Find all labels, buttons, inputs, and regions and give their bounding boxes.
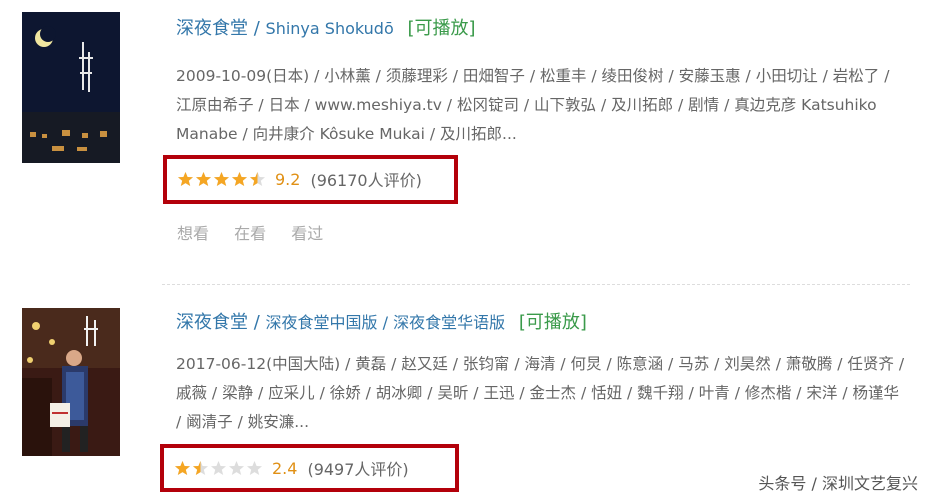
star-icon xyxy=(210,460,227,476)
star-icon xyxy=(174,460,191,476)
rating-highlight: 9.2 (96170人评价) xyxy=(163,155,458,204)
rating: 2.4 (9497人评价) xyxy=(174,456,409,480)
rating: 9.2 (96170人评价) xyxy=(177,167,422,191)
movie-item: 深夜食堂 / 深夜食堂中国版 / 深夜食堂华语版 [可播放] 2017-06-1… xyxy=(0,295,932,496)
alt-title: Shinya Shokudō xyxy=(265,19,394,38)
rating-score: 2.4 xyxy=(272,458,298,478)
rating-votes[interactable]: (96170人评价) xyxy=(310,167,421,191)
star-icon xyxy=(246,460,263,476)
playable-badge[interactable]: [可播放] xyxy=(407,18,475,39)
watching-button[interactable]: 在看 xyxy=(234,224,266,243)
star-icon xyxy=(228,460,245,476)
star-icon xyxy=(195,171,212,187)
rating-score: 9.2 xyxy=(275,169,301,189)
playable-badge[interactable]: [可播放] xyxy=(519,312,587,333)
movie-title: 深夜食堂 / Shinya Shokudō [可播放] xyxy=(176,17,476,41)
star-rating xyxy=(177,171,267,187)
movie-item: 深夜食堂 / Shinya Shokudō [可播放] 2009-10-09(日… xyxy=(0,0,932,285)
alt-title: 深夜食堂中国版 / 深夜食堂华语版 xyxy=(265,313,506,332)
poster-art xyxy=(22,12,120,163)
star-icon xyxy=(231,171,248,187)
star-icon xyxy=(213,171,230,187)
rating-highlight: 2.4 (9497人评价) xyxy=(160,444,459,492)
watched-button[interactable]: 看过 xyxy=(291,224,323,243)
mark-actions: 想看 在看 看过 xyxy=(177,220,343,244)
poster-image[interactable] xyxy=(22,12,120,163)
rating-votes[interactable]: (9497人评价) xyxy=(307,456,408,480)
movie-description: 2017-06-12(中国大陆) / 黄磊 / 赵又廷 / 张钧甯 / 海清 /… xyxy=(176,355,905,431)
title-link[interactable]: 深夜食堂 xyxy=(176,18,248,39)
poster-art xyxy=(22,308,120,456)
star-rating xyxy=(174,460,264,476)
divider xyxy=(162,284,910,285)
star-icon xyxy=(177,171,194,187)
star-icon xyxy=(192,460,209,476)
title-separator: / xyxy=(253,18,260,39)
movie-title: 深夜食堂 / 深夜食堂中国版 / 深夜食堂华语版 [可播放] xyxy=(176,311,587,335)
movie-description: 2009-10-09(日本) / 小林薰 / 须藤理彩 / 田畑智子 / 松重丰… xyxy=(176,67,890,143)
watermark: 头条号 / 深圳文艺复兴 xyxy=(758,474,918,493)
title-link[interactable]: 深夜食堂 xyxy=(176,312,248,333)
title-separator: / xyxy=(253,312,260,333)
star-icon xyxy=(249,171,266,187)
poster-image[interactable] xyxy=(22,308,120,456)
want-to-watch-button[interactable]: 想看 xyxy=(177,224,209,243)
